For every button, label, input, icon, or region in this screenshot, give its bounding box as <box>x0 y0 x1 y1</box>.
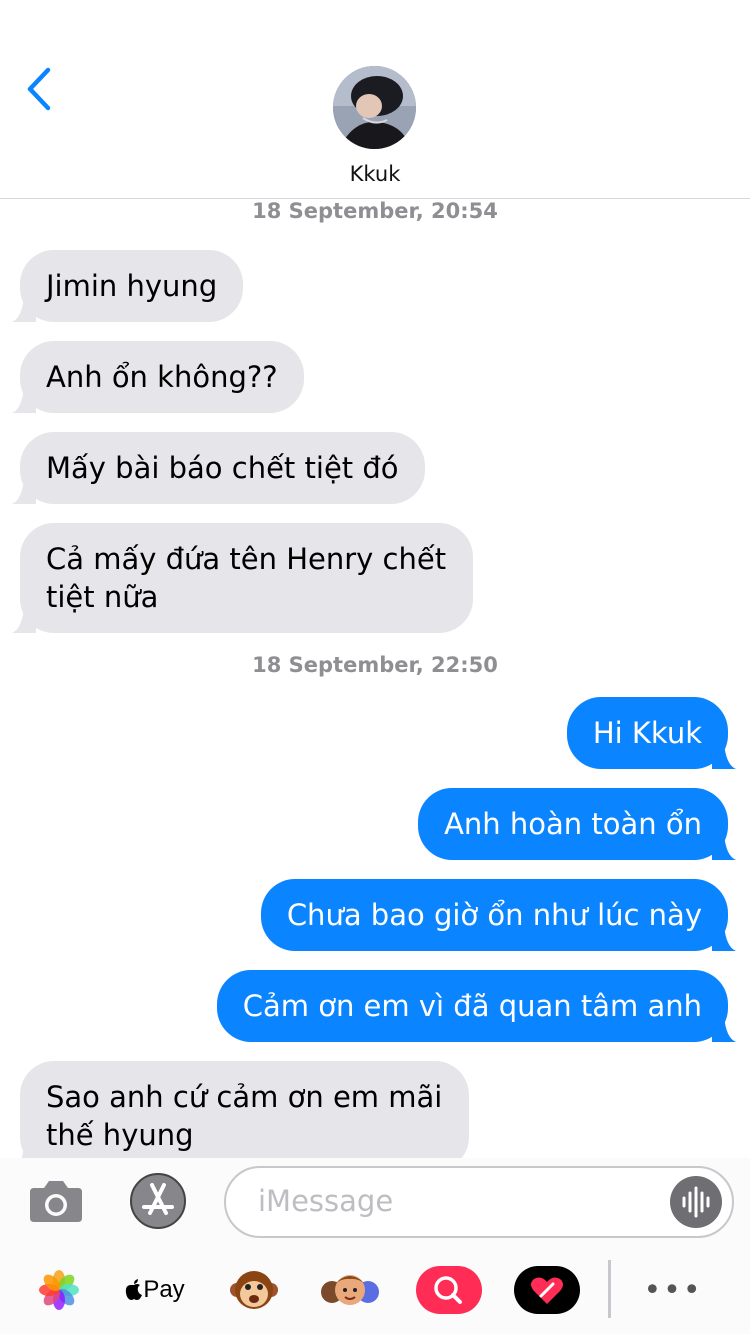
bubble-tail <box>12 478 36 504</box>
incoming-message[interactable]: Anh ổn không?? <box>12 341 304 413</box>
photos-app-button[interactable] <box>36 1264 82 1316</box>
camera-icon <box>30 1181 82 1222</box>
back-button[interactable] <box>20 64 64 114</box>
conversation-header: Kkuk <box>0 0 750 199</box>
bubble-tail <box>712 743 736 769</box>
bubble-tail <box>712 1016 736 1042</box>
message-text-line: thế hyung <box>46 1118 194 1152</box>
tray-divider <box>608 1260 611 1318</box>
incoming-message[interactable]: Jimin hyung <box>12 250 244 322</box>
waveform-icon <box>682 1186 710 1218</box>
animoji-button[interactable] <box>230 1264 278 1316</box>
outgoing-message[interactable]: Cảm ơn em vì đã quan tâm anh <box>216 970 736 1042</box>
search-images-button[interactable] <box>416 1264 482 1316</box>
incoming-message[interactable]: Cả mấy đứa tên Henry chết tiệt nữa <box>12 523 473 633</box>
memoji-icon <box>321 1275 379 1305</box>
message-input-placeholder: iMessage <box>258 1184 394 1218</box>
outgoing-message[interactable]: Hi Kkuk <box>566 697 736 769</box>
bubble-tail <box>712 925 736 951</box>
bubble-tail <box>12 387 36 413</box>
message-text: Anh ổn không?? <box>46 360 278 394</box>
apple-pay-button[interactable]: Pay <box>122 1264 188 1316</box>
bubble-tail <box>12 607 36 633</box>
avatar-photo <box>333 66 416 149</box>
audio-message-button[interactable] <box>670 1176 722 1228</box>
app-store-icon <box>130 1173 186 1229</box>
bubble-tail <box>12 296 36 322</box>
message-text: Jimin hyung <box>46 269 218 303</box>
message-text: Hi Kkuk <box>592 716 702 750</box>
image-search-icon <box>416 1266 482 1314</box>
message-input[interactable]: iMessage <box>224 1166 734 1238</box>
apple-pay-label: Pay <box>143 1276 185 1303</box>
digital-touch-button[interactable] <box>514 1264 580 1316</box>
timestamp: 18 September, 22:50 <box>252 653 498 677</box>
more-apps-button[interactable]: ••• <box>640 1264 706 1316</box>
monkey-icon <box>230 1271 278 1309</box>
camera-button[interactable] <box>28 1176 84 1226</box>
message-text: Cảm ơn em vì đã quan tâm anh <box>242 989 702 1023</box>
message-text-line: Sao anh cứ cảm ơn em mãi <box>46 1080 443 1114</box>
more-icon: ••• <box>643 1272 703 1308</box>
contact-name[interactable]: Kkuk <box>0 162 750 186</box>
message-text-line: Cả mấy đứa tên Henry chết <box>46 542 447 576</box>
incoming-message[interactable]: Sao anh cứ cảm ơn em mãi thế hyung <box>12 1061 469 1171</box>
apple-logo-icon <box>126 1279 143 1300</box>
message-text-line: tiệt nữa <box>46 580 159 614</box>
message-text: Anh hoàn toàn ổn <box>444 807 702 841</box>
memoji-stickers-button[interactable] <box>318 1264 382 1316</box>
outgoing-message[interactable]: Anh hoàn toàn ổn <box>418 788 736 860</box>
app-store-button[interactable] <box>126 1172 190 1230</box>
outgoing-message[interactable]: Chưa bao giờ ổn như lúc này <box>260 879 736 951</box>
photos-icon <box>39 1270 79 1310</box>
timestamp: 18 September, 20:54 <box>252 199 498 223</box>
contact-avatar[interactable] <box>333 66 416 149</box>
incoming-message[interactable]: Mấy bài báo chết tiệt đó <box>12 432 425 504</box>
bubble-tail <box>712 834 736 860</box>
message-text: Chưa bao giờ ổn như lúc này <box>286 898 702 932</box>
chevron-left-icon <box>27 67 51 111</box>
heart-touch-icon <box>514 1266 580 1314</box>
message-text: Mấy bài báo chết tiệt đó <box>46 451 399 485</box>
